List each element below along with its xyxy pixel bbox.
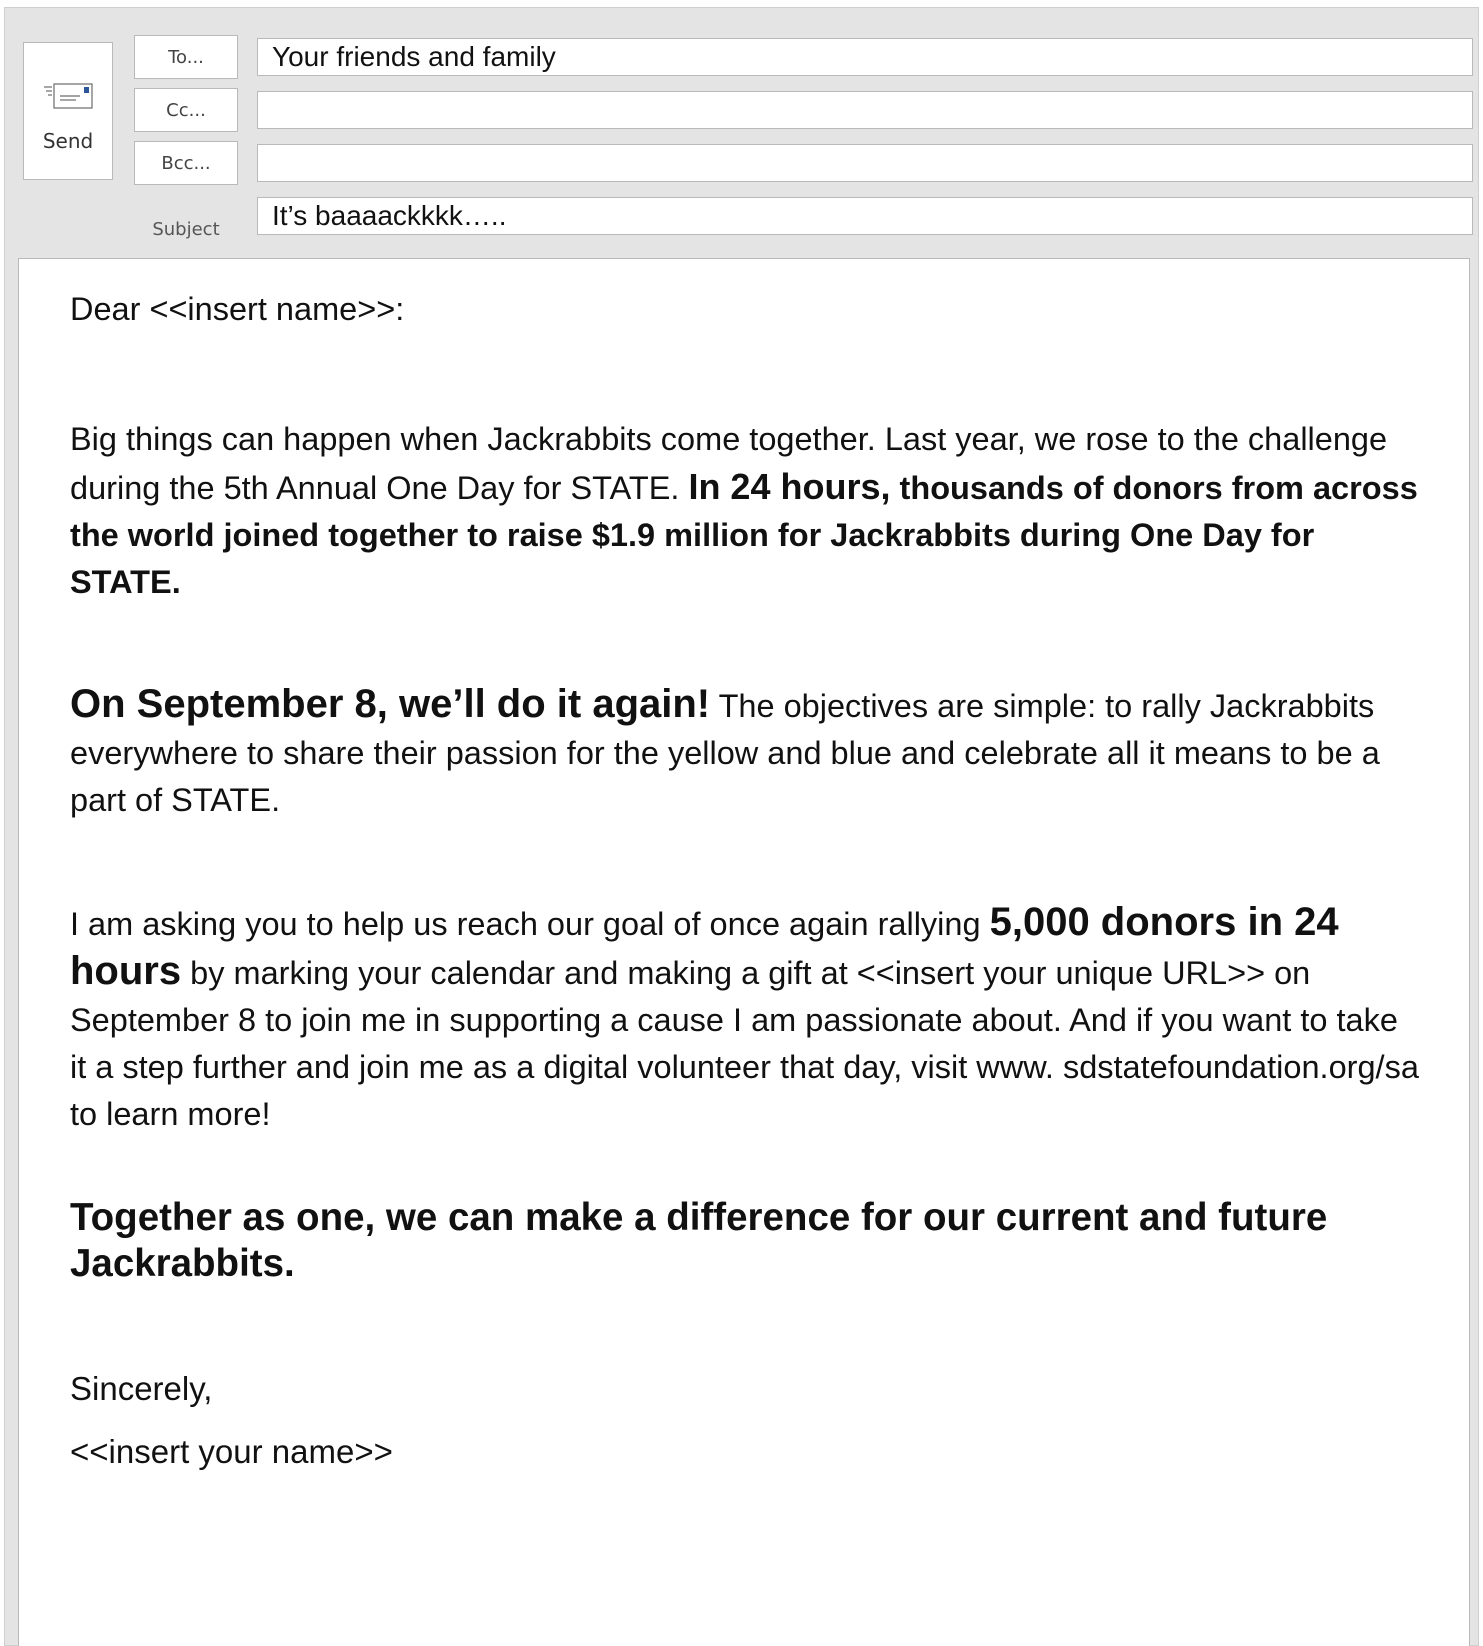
cc-field[interactable] [257, 91, 1473, 129]
closing: Sincerely, [70, 1370, 213, 1407]
subject-field[interactable]: It’s baaaackkkk….. [257, 197, 1473, 235]
bcc-button[interactable]: Bcc... [134, 141, 238, 185]
message-body[interactable]: Dear <<insert name>>: Big things can hap… [18, 258, 1470, 1646]
to-field[interactable]: Your friends and family [257, 38, 1473, 76]
paragraph-together: Together as one, we can make a differenc… [70, 1196, 1328, 1285]
send-mail-icon [44, 83, 93, 109]
greeting: Dear <<insert name>>: [70, 291, 405, 327]
paragraph-september-bold: On September 8, we’ll do it again! [70, 682, 711, 726]
bcc-field[interactable] [257, 144, 1473, 182]
paragraph-last-year-bold-lead: In 24 hours, [688, 466, 891, 507]
send-button[interactable]: Send [23, 42, 113, 180]
paragraph-goal-text-b: by marking your calendar and making a gi… [70, 955, 1419, 1132]
paragraph-goal-text-a: I am asking you to help us reach our goa… [70, 906, 990, 942]
cc-button[interactable]: Cc... [134, 88, 238, 132]
to-button[interactable]: To... [134, 35, 238, 79]
paragraph-goal: I am asking you to help us reach our goa… [70, 899, 1419, 1138]
paragraph-september: On September 8, we’ll do it again! The o… [70, 681, 1419, 824]
subject-label: Subject [152, 218, 220, 240]
paragraph-last-year: Big things can happen when Jackrabbits c… [70, 416, 1419, 606]
send-label: Send [42, 129, 94, 153]
signature: <<insert your name>> [70, 1433, 393, 1470]
